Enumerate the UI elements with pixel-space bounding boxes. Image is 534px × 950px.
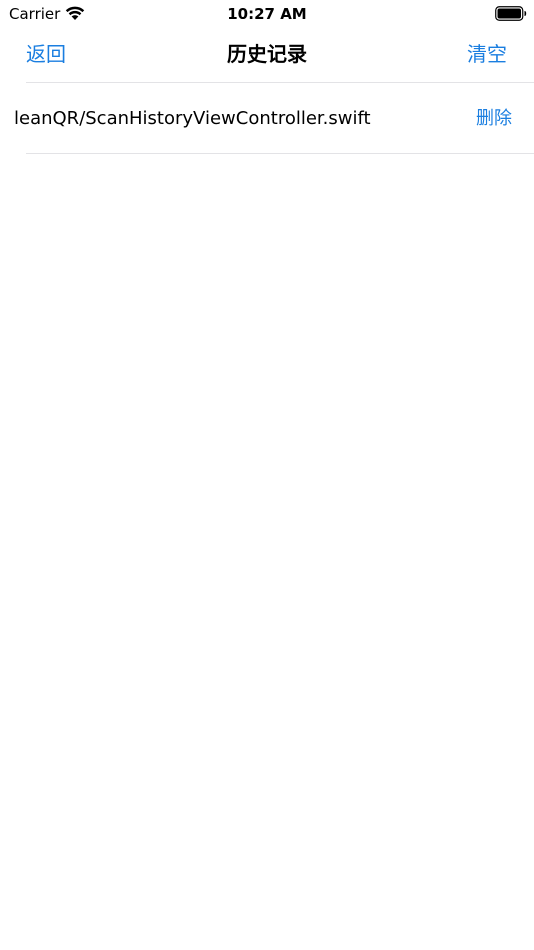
history-screen: Carrier 10:27 AM 返回 历史记录 清空 leanQR/ScanH… [0,0,534,950]
history-item-text: leanQR/ScanHistoryViewController.swift [14,108,371,129]
clear-button[interactable]: 清空 [467,41,507,67]
page-title: 历史记录 [227,42,307,66]
battery-icon [495,6,527,21]
delete-button[interactable]: 删除 [476,107,512,131]
history-list-item[interactable]: leanQR/ScanHistoryViewController.swift 删… [0,83,534,153]
status-bar: Carrier 10:27 AM [0,0,534,28]
status-time: 10:27 AM [227,5,307,23]
navigation-bar: 返回 历史记录 清空 [0,28,534,82]
row-divider [26,153,534,154]
